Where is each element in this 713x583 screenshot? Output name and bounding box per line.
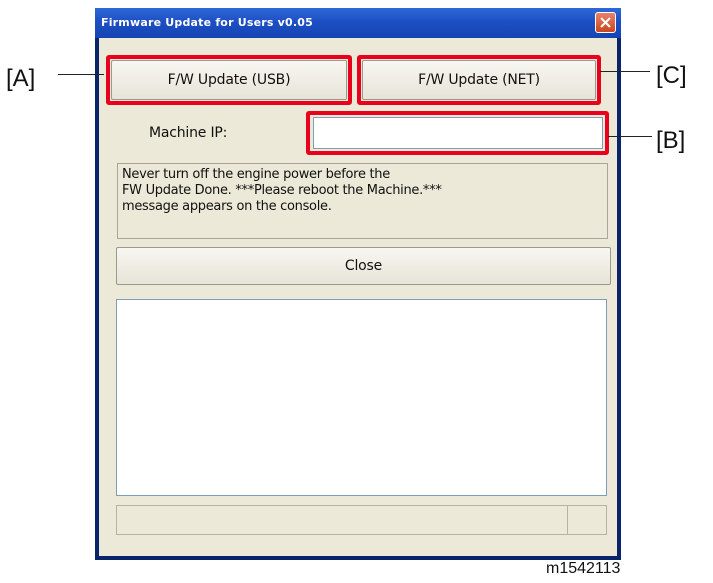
close-icon [600,17,611,28]
fw-update-usb-button[interactable]: F/W Update (USB) [111,60,347,100]
warning-message: Never turn off the engine power before t… [117,163,608,239]
callout-a-label: [A] [6,65,36,92]
machine-ip-input[interactable] [313,117,603,149]
title-bar[interactable]: Firmware Update for Users v0.05 [95,8,621,38]
callout-a-leader [58,74,104,75]
status-bar-divider [567,506,568,534]
figure-id: m1542113 [546,560,621,577]
callout-c-label: [C] [656,62,687,89]
callout-b-label: [B] [656,127,686,154]
firmware-update-window: Firmware Update for Users v0.05 F/W Upda… [95,8,621,560]
status-bar [116,505,607,535]
callout-c-leader [600,71,650,72]
log-output-box[interactable] [116,299,607,496]
fw-update-net-button[interactable]: F/W Update (NET) [362,60,596,100]
dialog-client-area: F/W Update (USB) F/W Update (NET) Machin… [99,38,617,556]
machine-ip-label: Machine IP: [149,125,228,141]
callout-b-leader [608,136,652,137]
close-button[interactable]: Close [116,247,611,285]
window-close-button[interactable] [595,12,616,33]
window-title: Firmware Update for Users v0.05 [101,16,313,29]
